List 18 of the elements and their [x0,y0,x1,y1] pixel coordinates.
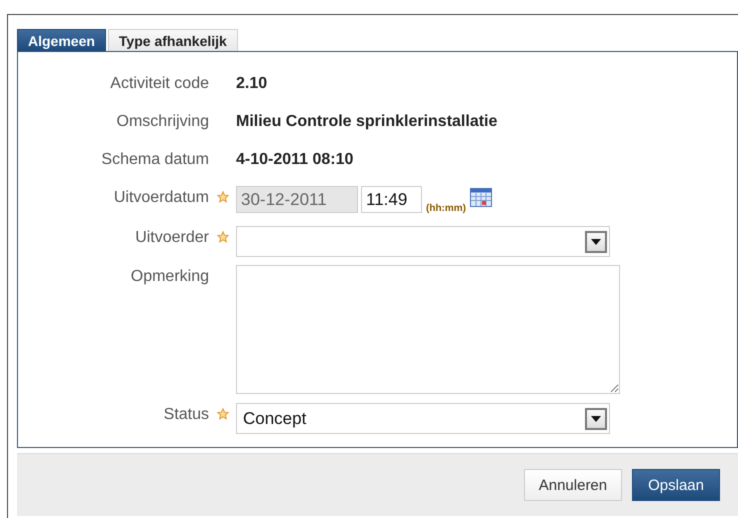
field-value: 4-10-2011 08:10 [236,150,354,170]
field-label: Opmerking [130,267,209,287]
field-label: Uitvoerder [134,228,209,248]
time-format-hint: (hh:mm) [426,202,466,214]
field-label: Status [162,405,209,425]
field-label: Omschrijving [116,112,209,132]
cancel-button[interactable]: Annuleren [524,469,622,501]
field-label: Activiteit code [109,74,209,94]
field-value: Milieu Controle sprinklerinstallatie [236,112,498,132]
tab[interactable]: Algemeen [17,29,106,51]
field-label: Uitvoerdatum [112,188,209,208]
field-value: 2.10 [236,74,268,94]
dropdown-field[interactable]: Concept [236,403,610,434]
field-label: Schema datum [100,150,209,170]
dropdown-field[interactable] [236,226,610,257]
comment-field[interactable] [236,265,620,394]
tab[interactable]: Type afhankelijk [108,29,238,51]
save-button[interactable]: Opslaan [632,469,720,501]
